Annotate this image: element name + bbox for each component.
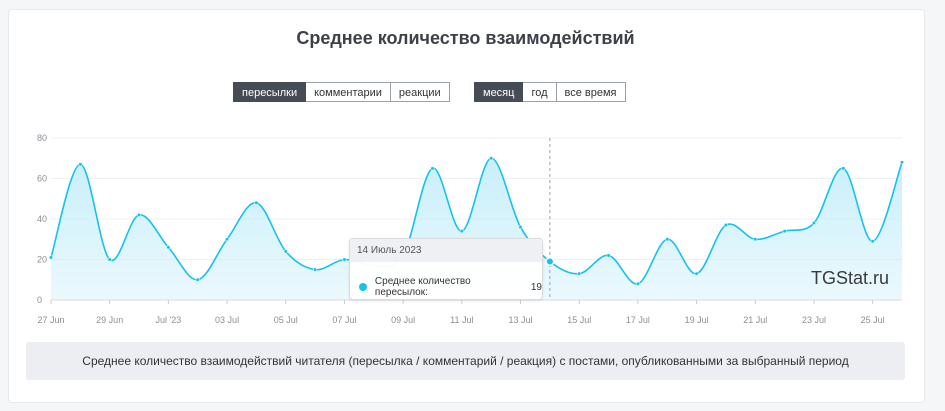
x-tick-label: 03 Jul [215, 315, 239, 325]
tooltip-label: Среднее количество пересылок: [374, 276, 471, 298]
watermark: TGStat.ru [811, 268, 890, 288]
data-point [518, 225, 523, 230]
data-point [606, 253, 611, 258]
y-tick-label: 40 [37, 214, 47, 224]
data-point [166, 245, 171, 250]
series-dot-icon [359, 283, 367, 291]
x-tick-label: 13 Jul [509, 315, 533, 325]
y-tick-label: 60 [37, 174, 47, 184]
x-tick-label: 25 Jul [861, 315, 885, 325]
data-point [136, 212, 142, 217]
y-tick-label: 20 [37, 255, 47, 265]
y-tick-label: 0 [37, 295, 42, 305]
footer-note: Среднее количество взаимодействий читате… [26, 342, 905, 380]
data-point [313, 267, 318, 272]
chart-tooltip: 14 Июль 2023 Среднее количество пересыло… [349, 238, 543, 300]
data-point [48, 255, 54, 260]
data-point [665, 237, 670, 242]
x-tick-label: 21 Jul [743, 315, 767, 325]
data-point [254, 200, 259, 205]
data-point [430, 166, 435, 171]
data-point [841, 166, 846, 171]
tooltip-value: 19 [530, 281, 542, 293]
y-tick-label: 80 [37, 133, 47, 143]
x-tick-label: 15 Jul [567, 315, 591, 325]
data-point [899, 160, 905, 165]
x-tick-label: 27 Jun [37, 315, 64, 325]
data-point [459, 229, 464, 234]
x-tick-label: 11 Jul [450, 315, 473, 325]
tooltip-row: Среднее количество пересылок: 19 [359, 276, 542, 298]
data-point [694, 271, 699, 276]
x-tick-label: 05 Jul [274, 315, 298, 325]
data-point [870, 239, 875, 244]
data-point [225, 237, 230, 242]
x-tick-label: Jul '23 [156, 315, 182, 325]
data-point [342, 257, 347, 262]
data-point [723, 223, 728, 228]
data-point [811, 221, 817, 226]
x-tick-label: 19 Jul [685, 315, 709, 325]
data-point [635, 281, 640, 286]
data-point [195, 277, 200, 282]
x-tick-label: 07 Jul [332, 315, 356, 325]
highlighted-point [545, 256, 555, 267]
data-point [78, 162, 83, 167]
data-point [782, 229, 787, 234]
x-tick-label: 17 Jul [626, 315, 650, 325]
x-tick-label: 29 Jun [96, 315, 123, 325]
tooltip-date: 14 Июль 2023 [350, 239, 542, 262]
x-tick-label: 23 Jul [802, 315, 826, 325]
data-point [107, 257, 112, 262]
data-point [489, 156, 494, 161]
data-point [753, 237, 758, 242]
x-tick-label: 09 Jul [391, 315, 415, 325]
data-point [577, 271, 582, 276]
data-point [283, 249, 288, 254]
